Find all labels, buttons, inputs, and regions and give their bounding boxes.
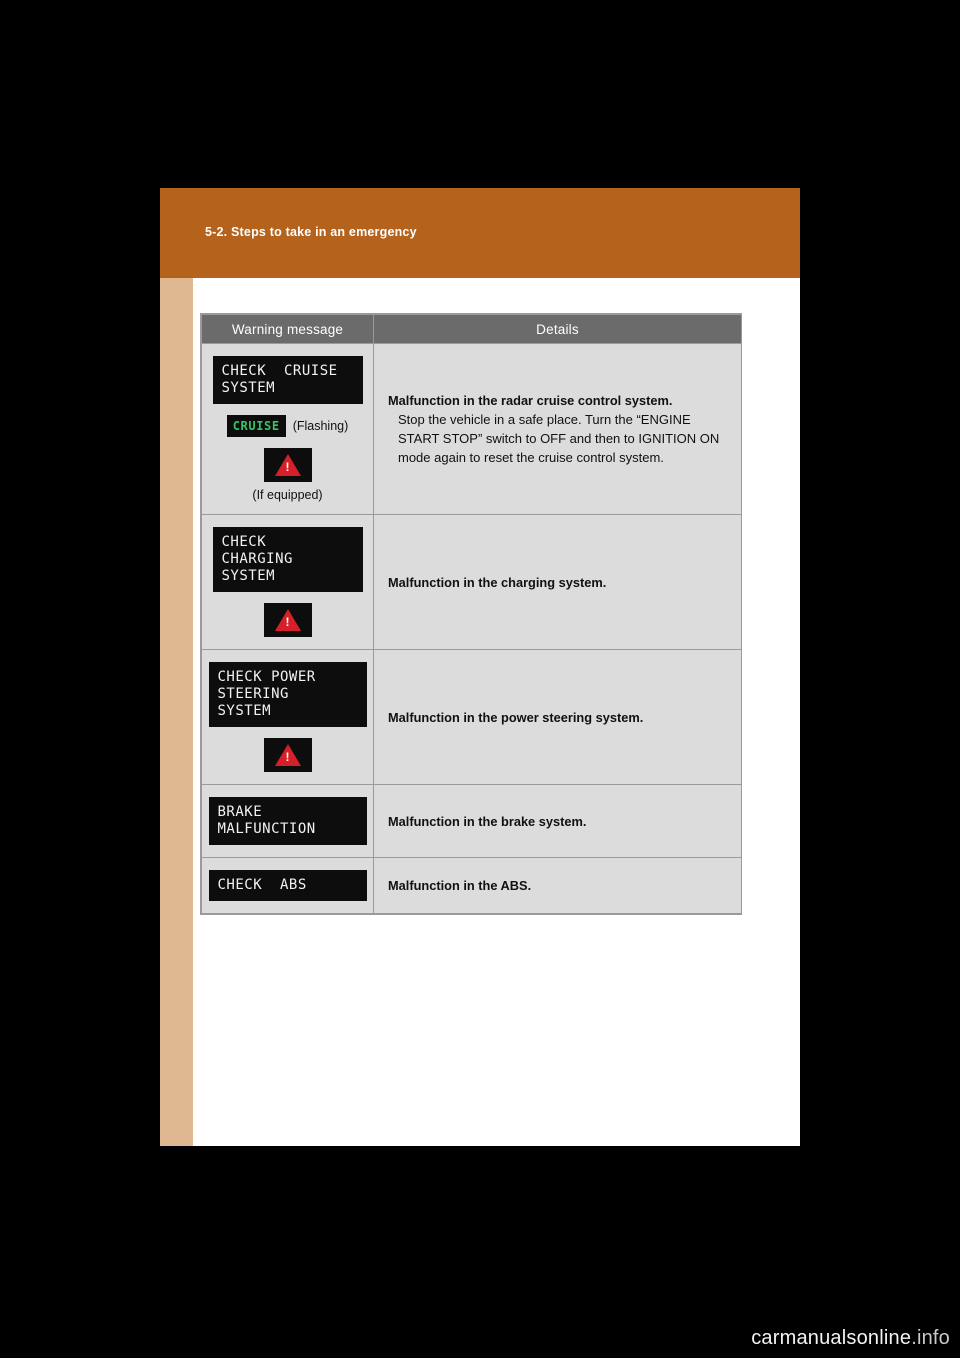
table-header-row: Warning message Details	[201, 314, 742, 344]
if-equipped-label: (If equipped)	[252, 488, 323, 502]
details-cell: Malfunction in the charging system.	[373, 514, 742, 650]
warning-triangle-icon	[274, 609, 301, 631]
warning-message-cell: CHECK ABS	[201, 857, 374, 914]
table-row: CHECK ABS Malfunction in the ABS.	[201, 857, 742, 914]
detail-title: Malfunction in the power steering system…	[388, 709, 644, 725]
detail-title: Malfunction in the charging system.	[388, 574, 607, 590]
warning-message-cell: CHECK POWER STEERING SYSTEM	[201, 649, 374, 785]
master-warning-icon	[263, 738, 312, 772]
page-root: 5-2. Steps to take in an emergency Warni…	[0, 0, 960, 1358]
detail-body: Stop the vehicle in a safe place. Turn t…	[398, 411, 720, 465]
page-side-tab	[160, 278, 193, 1146]
cruise-indicator-icon: CRUISE	[226, 415, 286, 437]
master-warning-icon	[263, 448, 312, 482]
warning-triangle-icon	[274, 454, 301, 476]
table-row: CHECK CRUISE SYSTEM CRUISE (Flashing) (I…	[201, 343, 742, 515]
watermark-main: carmanuals	[751, 1327, 857, 1349]
lcd-message-display: BRAKE MALFUNCTION	[208, 797, 367, 845]
lcd-message-display: CHECK POWER STEERING SYSTEM	[208, 662, 367, 727]
warning-message-cell: BRAKE MALFUNCTION	[201, 784, 374, 858]
lcd-message-display: CHECK ABS	[208, 870, 367, 901]
lcd-message-display: CHECK CRUISE SYSTEM	[212, 356, 363, 404]
column-header-warning-message: Warning message	[201, 314, 374, 344]
watermark-tld: .info	[911, 1327, 950, 1349]
column-header-details: Details	[373, 314, 742, 344]
details-cell: Malfunction in the radar cruise control …	[373, 343, 742, 515]
detail-title: Malfunction in the brake system.	[388, 813, 587, 829]
master-warning-icon	[263, 603, 312, 637]
details-cell: Malfunction in the ABS.	[373, 857, 742, 914]
section-title: 5-2. Steps to take in an emergency	[205, 225, 417, 239]
warning-message-table: Warning message Details CHECK CRUISE SYS…	[200, 313, 742, 915]
lcd-message-display: CHECK CHARGING SYSTEM	[212, 527, 363, 592]
flashing-label: (Flashing)	[292, 419, 349, 433]
details-cell: Malfunction in the brake system.	[373, 784, 742, 858]
table-row: CHECK POWER STEERING SYSTEM Malfunction …	[201, 649, 742, 785]
detail-title: Malfunction in the radar cruise control …	[388, 392, 673, 408]
details-cell: Malfunction in the power steering system…	[373, 649, 742, 785]
warning-message-cell: CHECK CRUISE SYSTEM CRUISE (Flashing) (I…	[201, 343, 374, 515]
site-watermark: carmanualsonline.info	[751, 1327, 950, 1350]
table-row: BRAKE MALFUNCTION Malfunction in the bra…	[201, 784, 742, 858]
cruise-indicator-group: CRUISE (Flashing)	[208, 415, 367, 437]
detail-title: Malfunction in the ABS.	[388, 878, 532, 893]
watermark-suffix: online	[856, 1327, 912, 1349]
warning-triangle-icon	[274, 744, 301, 766]
table-row: CHECK CHARGING SYSTEM Malfunction in the…	[201, 514, 742, 650]
warning-message-cell: CHECK CHARGING SYSTEM	[201, 514, 374, 650]
